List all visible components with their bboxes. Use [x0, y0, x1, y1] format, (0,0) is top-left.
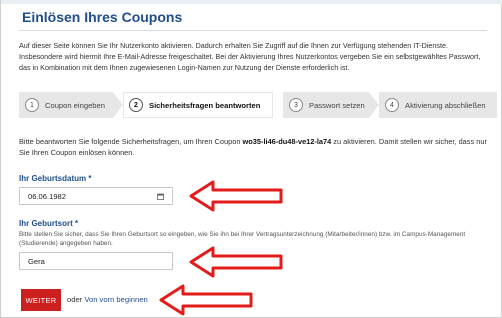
step-sicherheitsfragen: 2 Sicherheitsfragen beantworten [123, 92, 283, 118]
step-number: 4 [385, 98, 399, 112]
security-question-description: Bitte beantworten Sie folgende Sicherhei… [19, 136, 495, 158]
step-label: Aktivierung abschließen [405, 100, 486, 110]
coupon-code: wo35-li46-du48-ve12-la74 [242, 137, 332, 146]
description-text: Bitte beantworten Sie folgende Sicherhei… [19, 137, 243, 146]
restart-link[interactable]: Von vorn beginnen [84, 295, 147, 304]
step-aktivierung-abschliessen: 4 Aktivierung abschließen [379, 92, 497, 118]
birthdate-field[interactable]: 06.06.1982 [19, 187, 173, 205]
restart-row: oder Von vorn beginnen [67, 295, 148, 304]
or-text: oder [67, 295, 83, 304]
progress-steps: 1 Coupon eingeben 2 Sicherheitsfragen be… [19, 92, 497, 118]
step-number: 1 [25, 98, 39, 112]
page-container: Einlösen Ihres Coupons Auf dieser Seite … [0, 0, 502, 318]
step-coupon-eingeben: 1 Coupon eingeben [19, 92, 123, 118]
intro-text: Auf dieser Seite können Sie Ihr Nutzerko… [19, 41, 481, 72]
step-chevron [113, 92, 123, 118]
annotation-arrow-icon [189, 180, 283, 212]
birthdate-label: Ihr Geburtsdatum * [19, 174, 92, 183]
step-chevron [273, 92, 283, 118]
birthplace-value: Gera [28, 256, 45, 266]
birthdate-value: 06.06.1982 [28, 191, 67, 201]
step-label: Passwort setzen [309, 100, 365, 110]
birthplace-label: Ihr Geburtsort * [19, 219, 79, 228]
step-number: 2 [129, 98, 143, 112]
page-title: Einlösen Ihres Coupons [22, 9, 183, 25]
step-passwort-setzen: 3 Passwort setzen [283, 92, 379, 118]
top-strip [1, 0, 502, 4]
calendar-icon[interactable] [157, 193, 164, 200]
step-chevron [369, 92, 379, 118]
title-divider [19, 30, 487, 31]
weiter-button[interactable]: WEITER [21, 289, 61, 311]
step-label: Coupon eingeben [45, 100, 105, 110]
step-number: 3 [289, 98, 303, 112]
annotation-arrow-icon [189, 246, 283, 278]
birthplace-field[interactable]: Gera [19, 252, 173, 270]
annotation-arrow-icon [159, 284, 253, 316]
step-label: Sicherheitsfragen beantworten [149, 100, 261, 110]
